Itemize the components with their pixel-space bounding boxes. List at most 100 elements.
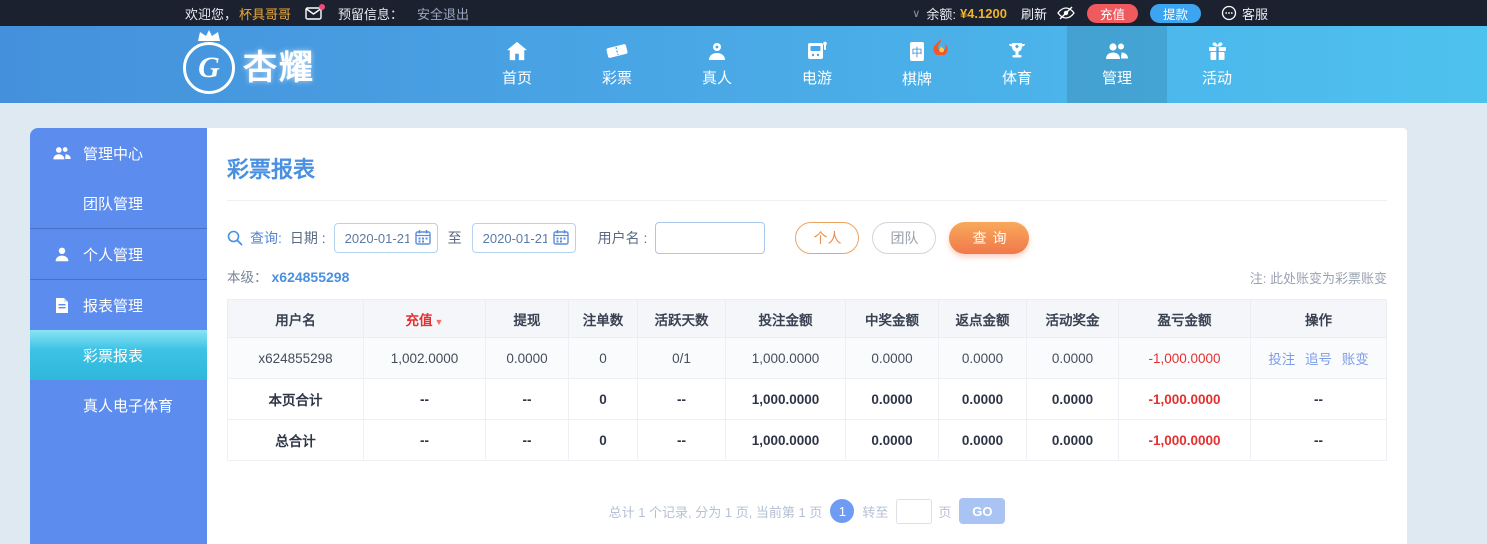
report-table: 用户名 充值▼ 提现 注单数 活跃天数 投注金额 中奖金额 返点金额 活动奖金 … bbox=[227, 299, 1387, 461]
chevron-down-icon[interactable]: ∨ bbox=[912, 7, 920, 20]
service-label: 客服 bbox=[1242, 4, 1268, 23]
nav-item-boardgames[interactable]: 中 棋牌 bbox=[867, 26, 967, 103]
content-card: 彩票报表 查询: 日期 : 至 用户名 : 个人 团队 查询 本级： x62485… bbox=[207, 128, 1407, 544]
welcome-text: 欢迎您，杯具哥哥 bbox=[185, 4, 291, 23]
mail-icon[interactable] bbox=[305, 7, 322, 20]
nav-item-management[interactable]: 管理 bbox=[1067, 26, 1167, 103]
page-title: 彩票报表 bbox=[227, 152, 1387, 184]
svg-text:中: 中 bbox=[912, 46, 923, 59]
page-body: 管理中心 团队管理 个人管理 报表管理 彩票报表 真人电子体育 彩票报表 bbox=[0, 103, 1487, 544]
pagination: 总计 1 个记录, 分为 1 页, 当前第 1 页 1 转至 页 GO bbox=[227, 498, 1387, 524]
date-to-input[interactable] bbox=[472, 223, 576, 253]
table-header-row: 用户名 充值▼ 提现 注单数 活跃天数 投注金额 中奖金额 返点金额 活动奖金 … bbox=[228, 300, 1387, 338]
nav-item-live[interactable]: 真人 bbox=[667, 26, 767, 103]
col-rebate-amount: 返点金额 bbox=[939, 300, 1027, 338]
account-change-link[interactable]: 账变 bbox=[1342, 352, 1369, 367]
go-button[interactable]: GO bbox=[959, 498, 1005, 524]
bet-link[interactable]: 投注 bbox=[1268, 352, 1295, 367]
users-icon bbox=[1105, 42, 1129, 61]
page-total-row: 本页合计 -- -- 0 -- 1,000.0000 0.0000 0.0000… bbox=[228, 379, 1387, 420]
balance-label: 余额: bbox=[926, 4, 956, 23]
recharge-button[interactable]: 充值 bbox=[1087, 4, 1138, 23]
goto-label: 转至 bbox=[862, 502, 888, 521]
brand-emblem-icon: G bbox=[183, 42, 235, 94]
document-icon bbox=[52, 297, 72, 314]
table-row: x624855298 1,002.0000 0.0000 0 0/1 1,000… bbox=[228, 338, 1387, 379]
level-row: 本级： x624855298 注: 此处账变为彩票账变 bbox=[227, 266, 1387, 287]
col-bet-amount: 投注金额 bbox=[726, 300, 846, 338]
main-nav: G 杏耀 首页 彩票 真人 电游 中 棋牌 体育 bbox=[0, 26, 1487, 103]
balance-value: ¥4.1200 bbox=[960, 6, 1007, 21]
slot-machine-icon bbox=[806, 41, 828, 61]
grand-total-row: 总合计 -- -- 0 -- 1,000.0000 0.0000 0.0000 … bbox=[228, 420, 1387, 461]
person-icon bbox=[52, 246, 72, 262]
team-filter-button[interactable]: 团队 bbox=[872, 222, 936, 254]
nav-menu: 首页 彩票 真人 电游 中 棋牌 体育 管理 bbox=[467, 26, 1267, 103]
sidebar: 管理中心 团队管理 个人管理 报表管理 彩票报表 真人电子体育 bbox=[30, 128, 207, 544]
date-from-input[interactable] bbox=[334, 223, 438, 253]
search-button[interactable]: 查询 bbox=[949, 222, 1029, 254]
col-activity-bonus: 活动奖金 bbox=[1027, 300, 1119, 338]
account-change-note: 注: 此处账变为彩票账变 bbox=[1250, 268, 1387, 287]
chase-link[interactable]: 追号 bbox=[1305, 352, 1332, 367]
col-recharge-sortable[interactable]: 充值▼ bbox=[364, 300, 486, 338]
brand-name: 杏耀 bbox=[243, 40, 315, 89]
page-1-button[interactable]: 1 bbox=[830, 499, 854, 523]
level-label: 本级： bbox=[227, 270, 268, 285]
page-unit-label: 页 bbox=[938, 502, 951, 521]
operations-cell: 投注 追号 账变 bbox=[1251, 338, 1387, 379]
search-form: 查询: 日期 : 至 用户名 : 个人 团队 查询 bbox=[227, 222, 1387, 254]
nav-item-sports[interactable]: 体育 bbox=[967, 26, 1067, 103]
sidebar-item-report-management[interactable]: 报表管理 bbox=[30, 280, 207, 330]
nav-item-activities[interactable]: 活动 bbox=[1167, 26, 1267, 103]
username-input[interactable] bbox=[655, 222, 765, 254]
customer-service-button[interactable]: 客服 bbox=[1221, 4, 1268, 23]
col-bet-count: 注单数 bbox=[569, 300, 638, 338]
level-value[interactable]: x624855298 bbox=[272, 269, 350, 285]
brand-logo[interactable]: G 杏耀 bbox=[183, 34, 315, 94]
col-profit-loss: 盈亏金额 bbox=[1119, 300, 1251, 338]
topbar: 欢迎您，杯具哥哥 预留信息： 安全退出 ∨ 余额: ¥4.1200 刷新 充值 … bbox=[0, 0, 1487, 26]
search-icon bbox=[227, 230, 243, 246]
col-username: 用户名 bbox=[228, 300, 364, 338]
sidebar-item-lottery-report[interactable]: 彩票报表 bbox=[30, 330, 207, 380]
gift-icon bbox=[1207, 41, 1228, 61]
date-to-label: 至 bbox=[448, 228, 462, 248]
pagination-summary: 总计 1 个记录, 分为 1 页, 当前第 1 页 bbox=[609, 502, 823, 521]
goto-page-input[interactable] bbox=[896, 499, 932, 524]
ticket-icon bbox=[605, 41, 629, 61]
refresh-link[interactable]: 刷新 bbox=[1021, 4, 1047, 23]
live-person-icon bbox=[707, 41, 727, 61]
sidebar-item-team-management[interactable]: 团队管理 bbox=[30, 178, 207, 228]
nav-item-lottery[interactable]: 彩票 bbox=[567, 26, 667, 103]
withdraw-button[interactable]: 提款 bbox=[1150, 4, 1201, 23]
trophy-icon bbox=[1006, 41, 1028, 61]
cell-username: x624855298 bbox=[228, 338, 364, 379]
users-icon bbox=[52, 146, 72, 161]
sidebar-item-live-electronic-sports[interactable]: 真人电子体育 bbox=[30, 380, 207, 430]
sidebar-item-personal-management[interactable]: 个人管理 bbox=[30, 229, 207, 279]
chat-icon bbox=[1221, 5, 1237, 21]
date-label: 日期 : bbox=[290, 228, 326, 248]
home-icon bbox=[506, 41, 528, 61]
mahjong-tile-icon: 中 bbox=[909, 41, 925, 62]
username-label: 用户名 : bbox=[598, 228, 648, 248]
col-win-amount: 中奖金额 bbox=[846, 300, 939, 338]
nav-item-egames[interactable]: 电游 bbox=[767, 26, 867, 103]
notification-dot bbox=[319, 4, 325, 10]
hot-flame-icon bbox=[933, 39, 948, 59]
reserved-message-label: 预留信息： bbox=[338, 4, 403, 23]
col-active-days: 活跃天数 bbox=[638, 300, 726, 338]
username-text: 杯具哥哥 bbox=[239, 7, 291, 22]
sort-desc-icon[interactable]: ▼ bbox=[435, 317, 444, 327]
title-divider bbox=[227, 200, 1387, 201]
query-label: 查询: bbox=[250, 228, 282, 248]
sidebar-item-management-center[interactable]: 管理中心 bbox=[30, 128, 207, 178]
nav-item-home[interactable]: 首页 bbox=[467, 26, 567, 103]
crown-icon bbox=[196, 29, 222, 48]
logout-link[interactable]: 安全退出 bbox=[417, 4, 469, 23]
col-operations: 操作 bbox=[1251, 300, 1387, 338]
personal-filter-button[interactable]: 个人 bbox=[795, 222, 859, 254]
col-withdraw: 提现 bbox=[486, 300, 569, 338]
eye-slash-icon[interactable] bbox=[1057, 6, 1075, 20]
